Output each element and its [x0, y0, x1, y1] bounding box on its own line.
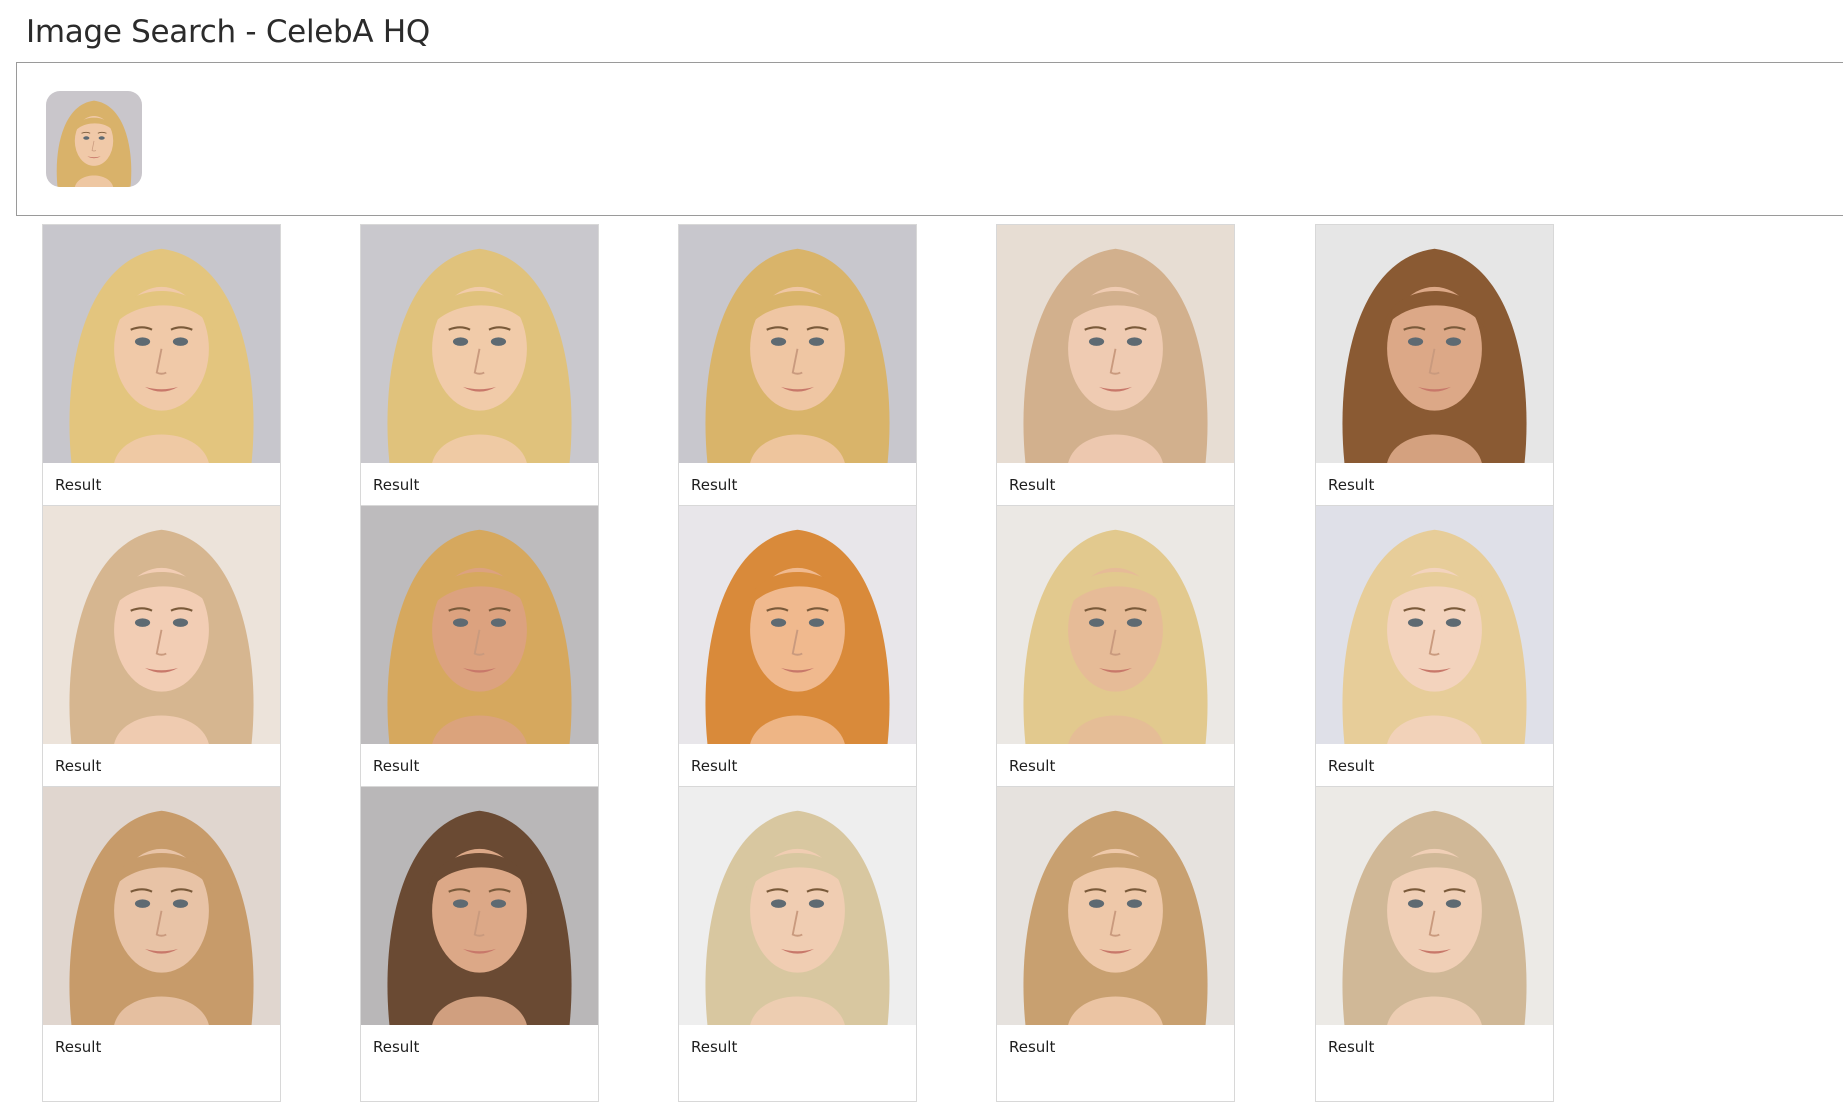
result-label: Result [1328, 476, 1375, 494]
result-label: Result [691, 1038, 738, 1056]
result-face-image [679, 506, 916, 744]
result-image[interactable] [1316, 225, 1553, 463]
result-image[interactable] [43, 787, 280, 1025]
result-card[interactable]: Result [996, 786, 1235, 1102]
result-face-image [679, 787, 916, 1025]
result-image[interactable] [679, 506, 916, 744]
result-face-image [361, 506, 598, 744]
query-panel[interactable] [16, 62, 1843, 216]
result-image[interactable] [361, 225, 598, 463]
result-image[interactable] [1316, 506, 1553, 744]
result-card[interactable]: Result [1315, 786, 1554, 1102]
result-image[interactable] [43, 225, 280, 463]
result-card[interactable]: ResultDistance: 5.95116304126636 [1315, 224, 1554, 540]
result-card[interactable]: Result [42, 786, 281, 1102]
result-label: Result [691, 476, 738, 494]
result-label: Result [373, 476, 420, 494]
result-face-image [43, 506, 280, 744]
result-label: Result [55, 757, 102, 775]
result-card[interactable]: ResultDistance: 6.016787018160599 [360, 505, 599, 821]
result-label: Result [1009, 476, 1056, 494]
result-card[interactable]: ResultDistance: 6.2216934699723865 [1315, 505, 1554, 821]
result-label: Result [1328, 757, 1375, 775]
query-face-image [46, 91, 142, 187]
result-face-image [997, 225, 1234, 463]
result-face-image [997, 787, 1234, 1025]
result-face-image [43, 787, 280, 1025]
result-card[interactable]: Result [360, 786, 599, 1102]
result-card[interactable]: ResultDistance: 5.665479565599473 [996, 224, 1235, 540]
result-image[interactable] [679, 225, 916, 463]
result-image[interactable] [361, 506, 598, 744]
result-face-image [1316, 787, 1553, 1025]
result-label: Result [1009, 1038, 1056, 1056]
result-face-image [1316, 225, 1553, 463]
result-card[interactable]: ResultDistance: 0 [42, 224, 281, 540]
result-face-image [361, 225, 598, 463]
result-card[interactable]: ResultDistance: 6.120032121646165 [678, 505, 917, 821]
result-face-image [997, 506, 1234, 744]
result-card[interactable]: ResultDistance: 5.975938087254629 [42, 505, 281, 821]
result-card[interactable]: ResultDistance: 6.120425838255652 [996, 505, 1235, 821]
result-label: Result [1009, 757, 1056, 775]
result-label: Result [55, 476, 102, 494]
result-image[interactable] [679, 787, 916, 1025]
result-image[interactable] [997, 225, 1234, 463]
result-face-image [1316, 506, 1553, 744]
result-image[interactable] [997, 506, 1234, 744]
result-image[interactable] [997, 787, 1234, 1025]
result-face-image [361, 787, 598, 1025]
result-label: Result [691, 757, 738, 775]
query-image[interactable] [46, 91, 142, 187]
result-card[interactable]: ResultDistance: 4.49877419355047 [678, 224, 917, 540]
result-face-image [43, 225, 280, 463]
result-image[interactable] [43, 506, 280, 744]
result-image[interactable] [361, 787, 598, 1025]
result-card[interactable]: Result [678, 786, 917, 1102]
result-face-image [679, 225, 916, 463]
result-label: Result [1328, 1038, 1375, 1056]
result-image[interactable] [1316, 787, 1553, 1025]
result-label: Result [373, 757, 420, 775]
page-title: Image Search - CelebA HQ [26, 14, 430, 50]
result-label: Result [373, 1038, 420, 1056]
result-label: Result [55, 1038, 102, 1056]
result-card[interactable]: ResultDistance: 4.0905342471553485 [360, 224, 599, 540]
